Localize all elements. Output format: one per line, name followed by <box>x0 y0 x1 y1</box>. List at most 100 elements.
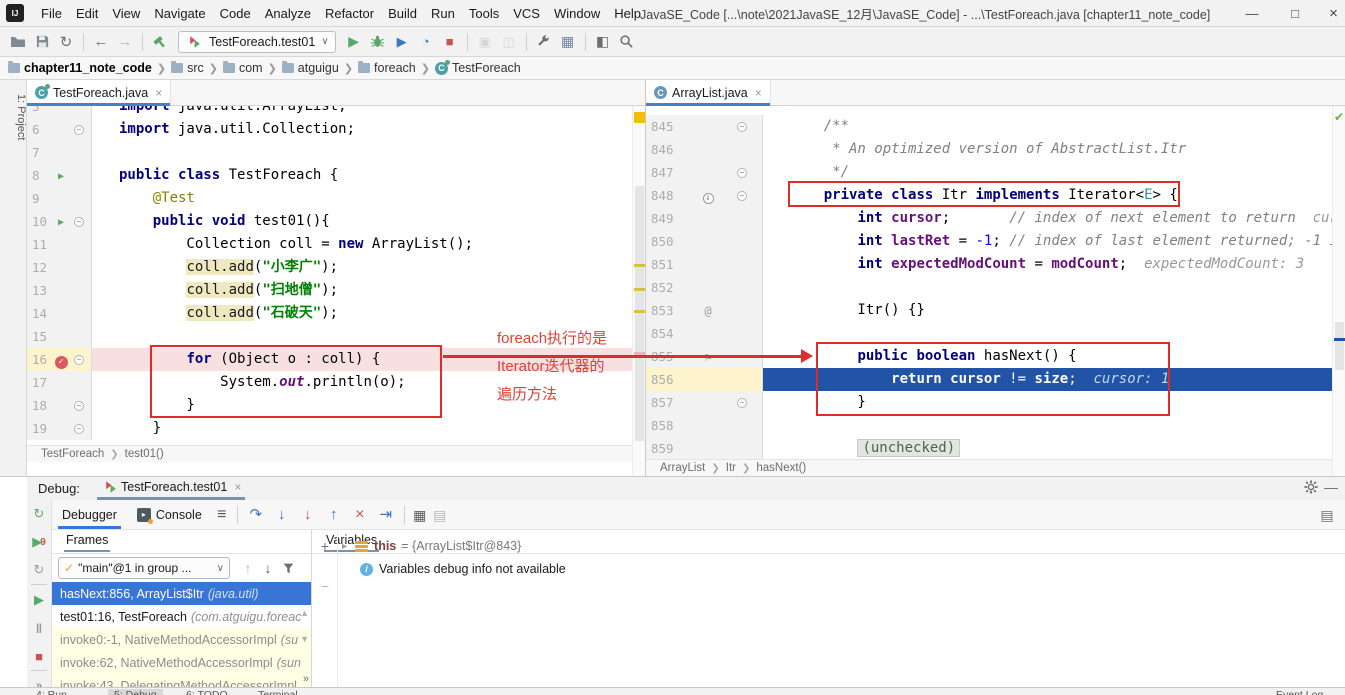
bottom-bar-5-debug[interactable]: 5: Debug <box>108 689 163 695</box>
breadcrumb-com[interactable]: com <box>222 61 263 75</box>
gutter[interactable]: 6 − <box>27 118 92 141</box>
close-button[interactable]: × <box>1322 0 1345 27</box>
gutter[interactable]: 17 <box>27 371 92 394</box>
code-line-14[interactable]: 14 coll.add("石破天"); <box>27 302 645 325</box>
breadcrumb-item[interactable]: Itr <box>726 462 736 474</box>
gutter[interactable]: 847 − <box>646 161 763 184</box>
menu-vcs[interactable]: VCS <box>506 0 547 27</box>
menu-analyze[interactable]: Analyze <box>258 0 318 27</box>
scrollbar-thumb[interactable] <box>635 186 644 441</box>
gutter[interactable]: 16 ✓ − <box>27 348 92 371</box>
code-line-859[interactable]: 859 (unchecked) <box>646 437 1345 460</box>
menu-window[interactable]: Window <box>547 0 607 27</box>
menu-code[interactable]: Code <box>213 0 258 27</box>
breadcrumb-item[interactable]: test01() <box>125 448 164 460</box>
code-line-852[interactable]: 852 <box>646 276 1345 299</box>
code-line-849[interactable]: 849 int cursor; // index of next element… <box>646 207 1345 230</box>
debug-session-tab[interactable]: TestForeach.test01 × <box>97 478 246 500</box>
close-icon[interactable]: × <box>755 86 762 100</box>
resume-icon[interactable]: ▶ 9 <box>28 531 50 553</box>
gutter[interactable]: 853 @ <box>646 299 763 322</box>
tab-arraylist-java[interactable]: C ArrayList.java × <box>646 80 771 106</box>
code-line-856[interactable]: 856 return cursor != size; cursor: 1 <box>646 368 1345 391</box>
evaluate-expression-icon[interactable]: ▦ <box>410 505 430 525</box>
menu-tools[interactable]: Tools <box>462 0 506 27</box>
code-line-848[interactable]: 848 ↓ − private class Itr implements Ite… <box>646 184 1345 207</box>
run-method-icon[interactable]: ▶ <box>58 171 64 182</box>
gutter[interactable]: 9 <box>27 187 92 210</box>
code-line-5[interactable]: 5 import java.util.ArrayList; <box>27 106 645 118</box>
gutter[interactable]: 12 <box>27 256 92 279</box>
remove-watch-icon[interactable]: − <box>315 576 335 596</box>
step-into-icon[interactable]: ↓ <box>269 505 295 525</box>
back-icon[interactable]: ← <box>89 30 113 54</box>
menu-run[interactable]: Run <box>424 0 462 27</box>
run-method-icon[interactable]: ▶ <box>58 217 64 228</box>
gutter[interactable]: 856 <box>646 368 763 391</box>
breadcrumb-item[interactable]: TestForeach <box>41 448 104 460</box>
breadcrumb-atguigu[interactable]: atguigu <box>281 61 339 75</box>
frame-row[interactable]: invoke:43, DelegatingMethodAccessorImpl <box>52 674 311 687</box>
forward-icon[interactable]: → <box>113 30 137 54</box>
fold-marker-icon[interactable]: − <box>737 397 747 408</box>
trace-icon[interactable]: ▤ <box>430 505 450 525</box>
layout-settings-icon[interactable]: ▤ <box>1317 505 1337 525</box>
fold-marker-icon[interactable]: − <box>74 400 84 411</box>
code-line-8[interactable]: 8 ▶ public class TestForeach { <box>27 164 645 187</box>
code-line-857[interactable]: 857 − } <box>646 391 1345 414</box>
gutter[interactable]: 15 <box>27 325 92 348</box>
frame-row[interactable]: test01:16, TestForeach (com.atguigu.forea… <box>52 605 311 628</box>
right-code-area[interactable]: 845 − /** 846 * An optimized version of A… <box>646 106 1345 460</box>
coverage-icon[interactable]: ▶ <box>390 30 414 54</box>
expander-icon[interactable]: ▸ <box>342 541 347 552</box>
gear-icon[interactable] <box>1301 477 1321 497</box>
run-configuration-dropdown[interactable]: TestForeach.test01 ∨ <box>178 30 336 53</box>
bottom-bar-6-todo[interactable]: 6: TODO <box>186 689 228 695</box>
project-structure-icon[interactable]: ▦ <box>556 30 580 54</box>
code-line-853[interactable]: 853 @ Itr() {} <box>646 299 1345 322</box>
code-line-847[interactable]: 847 − */ <box>646 161 1345 184</box>
tab-console[interactable]: ▸ Console <box>127 500 212 529</box>
gutter[interactable]: 19 − <box>27 417 92 440</box>
breadcrumb-TestForeach[interactable]: C TestForeach <box>434 59 521 75</box>
code-line-9[interactable]: 9 @Test <box>27 187 645 210</box>
gutter[interactable]: 7 <box>27 141 92 164</box>
gutter[interactable]: 858 <box>646 414 763 437</box>
code-line-13[interactable]: 13 coll.add("扫地僧"); <box>27 279 645 302</box>
breadcrumb-item[interactable]: hasNext() <box>756 462 806 474</box>
build-hammer-icon[interactable] <box>148 30 172 54</box>
tab-testforeach-java[interactable]: C TestForeach.java × <box>27 80 172 106</box>
fold-marker-icon[interactable]: − <box>74 216 84 227</box>
breadcrumb-foreach[interactable]: foreach <box>358 61 416 75</box>
menu-view[interactable]: View <box>105 0 147 27</box>
menu-refactor[interactable]: Refactor <box>318 0 381 27</box>
gutter[interactable]: 852 <box>646 276 763 299</box>
gutter[interactable]: 857 − <box>646 391 763 414</box>
stop-icon[interactable]: ■ <box>28 645 50 667</box>
code-line-846[interactable]: 846 * An optimized version of AbstractLi… <box>646 138 1345 161</box>
breadcrumb-item[interactable]: ArrayList <box>660 462 705 474</box>
save-icon[interactable] <box>30 30 54 54</box>
code-line-10[interactable]: 10 ▶ − public void test01(){ <box>27 210 645 233</box>
close-icon[interactable]: × <box>234 480 241 494</box>
code-line-6[interactable]: 6 − import java.util.Collection; <box>27 118 645 141</box>
fold-marker-icon[interactable]: − <box>74 124 84 135</box>
frame-row[interactable]: invoke:62, NativeMethodAccessorImpl (sun <box>52 651 311 674</box>
menu-edit[interactable]: Edit <box>69 0 105 27</box>
frame-down-icon[interactable]: ↓ <box>258 558 278 578</box>
pause-icon[interactable]: ‖ <box>28 617 50 639</box>
gutter[interactable]: 18 − <box>27 394 92 417</box>
menu-build[interactable]: Build <box>381 0 424 27</box>
bottom-bar-4-run[interactable]: 4: Run <box>36 689 67 695</box>
gutter[interactable]: 11 <box>27 233 92 256</box>
implementing-marker-icon[interactable]: ↓ <box>702 193 714 204</box>
code-line-845[interactable]: 845 − /** <box>646 115 1345 138</box>
gutter[interactable]: 14 <box>27 302 92 325</box>
gutter[interactable]: 845 − <box>646 115 763 138</box>
sync-icon[interactable]: ↻ <box>54 30 78 54</box>
thread-dropdown[interactable]: ✓ "main"@1 in group ... ∨ <box>58 557 230 579</box>
bottom-bar-terminal[interactable]: Terminal <box>258 689 298 695</box>
scrollbar-thumb[interactable] <box>1335 322 1344 370</box>
gutter[interactable]: 850 <box>646 230 763 253</box>
open-icon[interactable] <box>6 30 30 54</box>
